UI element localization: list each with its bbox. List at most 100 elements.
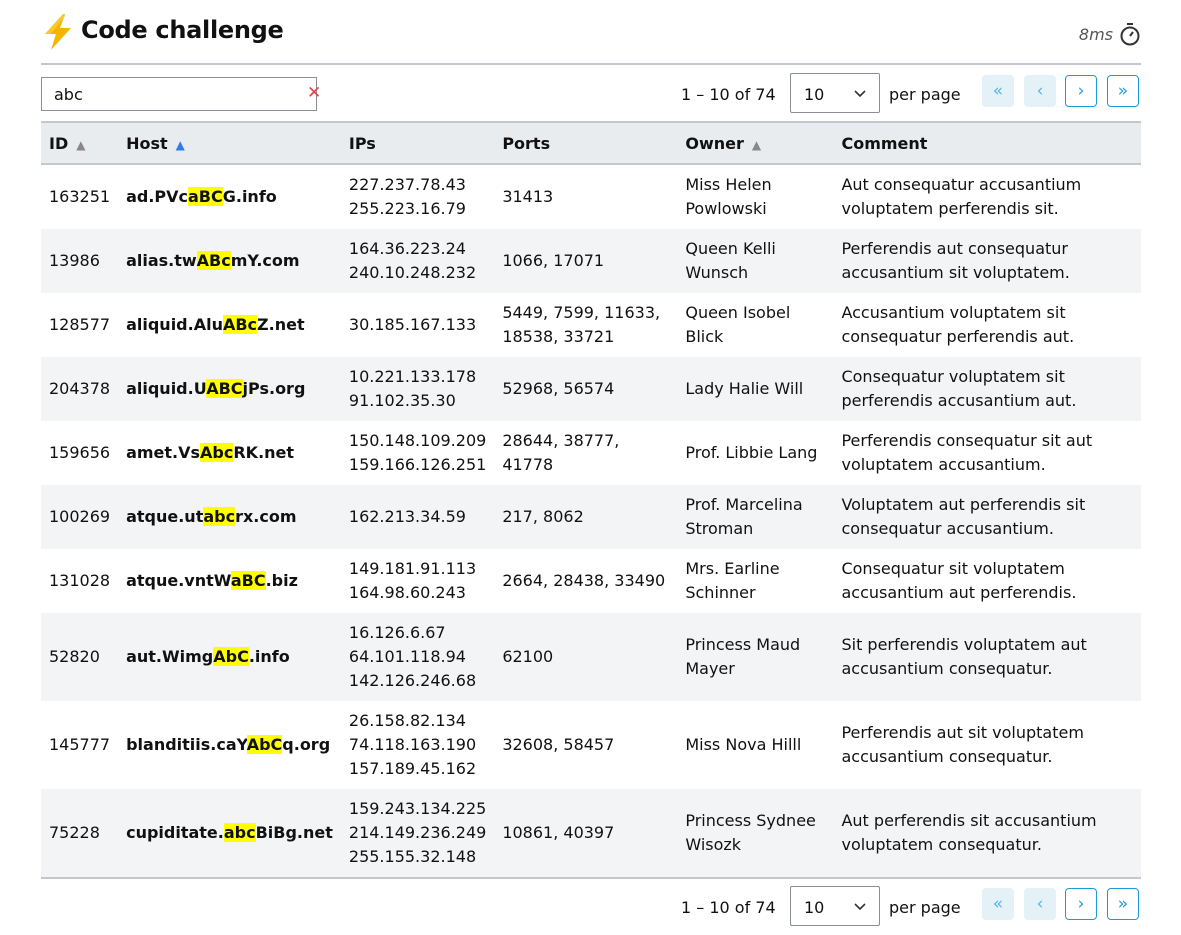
column-header-ports: Ports [494, 122, 677, 164]
ip-address: 214.149.236.249 [348, 823, 487, 842]
cell-id: 159656 [49, 443, 111, 462]
ip-address: 255.155.32.148 [348, 847, 477, 866]
cell-host: aut.WimgAbC.info [118, 613, 341, 701]
host-suffix: rx.com [235, 507, 297, 526]
table-row: 13986 alias.twABcmY.com 164.36.223.24 240.1… [41, 229, 1141, 293]
cell-comment: Perferendis aut consequatur accusantium … [841, 239, 1070, 282]
cell-ips: 16.126.6.67 64.101.118.94 142.126.246.68 [341, 613, 494, 701]
last-page-button[interactable]: » [1107, 888, 1139, 920]
per-page-label: per page [889, 898, 961, 917]
bottom-toolbar: 1 – 10 of 74 10 per page « ‹ › » [41, 886, 1141, 928]
column-header-id[interactable]: ID ▲ [41, 122, 118, 164]
host-suffix: .info [248, 647, 290, 666]
table-row: 131028 atque.vntWaBC.biz 149.181.91.113 164… [41, 549, 1141, 613]
cell-ports: 2664, 28438, 33490 [502, 571, 666, 590]
ip-address: 255.223.16.79 [348, 199, 466, 218]
host-prefix: atque.vntW [126, 571, 231, 590]
next-page-button[interactable]: › [1065, 75, 1097, 107]
table-row: 204378 aliquid.UABCjPs.org 10.221.133.178 9… [41, 357, 1141, 421]
pagination-range: 1 – 10 of 74 [681, 898, 776, 917]
cell-ports: 28644, 38777, 41778 [502, 431, 620, 474]
search-highlight: aBC [230, 571, 266, 590]
cell-ips: 30.185.167.133 [341, 293, 494, 357]
prev-page-button[interactable]: ‹ [1024, 888, 1056, 920]
cell-host: alias.twABcmY.com [118, 229, 341, 293]
cell-owner: Mrs. Earline Schinner [685, 559, 780, 602]
column-header-label: IPs [348, 133, 376, 153]
sort-asc-icon: ▲ [175, 137, 185, 152]
timing-value: 8ms [1078, 24, 1113, 44]
host-suffix: BiBg.net [255, 823, 333, 842]
search-highlight: ABc [196, 251, 231, 270]
page-header: Code challenge 8ms [41, 12, 1141, 52]
ip-address: 64.101.118.94 [348, 647, 466, 666]
cell-owner: Princess Maud Mayer [685, 635, 801, 678]
cell-id: 13986 [49, 251, 100, 270]
table-row: 159656 amet.VsAbcRK.net 150.148.109.209 159… [41, 421, 1141, 485]
next-page-button[interactable]: › [1065, 888, 1097, 920]
cell-host: atque.vntWaBC.biz [118, 549, 341, 613]
search-highlight: abc [203, 507, 236, 526]
table-row: 100269 atque.utabcrx.com 162.213.34.59 217,… [41, 485, 1141, 549]
first-page-button[interactable]: « [982, 75, 1014, 107]
cell-id: 131028 [49, 571, 111, 590]
cell-ips: 164.36.223.24 240.10.248.232 [341, 229, 494, 293]
cell-comment: Voluptatem aut perferendis sit consequat… [841, 495, 1086, 538]
cell-ports: 10861, 40397 [502, 823, 615, 842]
cell-host: aliquid.AluABcZ.net [118, 293, 341, 357]
cell-id: 100269 [49, 507, 111, 526]
table-row: 163251 ad.PVcaBCG.info 227.237.78.43 255.22… [41, 164, 1141, 229]
per-page-select[interactable]: 10 [790, 73, 880, 113]
cell-owner: Prof. Libbie Lang [685, 443, 818, 462]
chevron-down-icon [854, 903, 866, 911]
host-prefix: atque.ut [126, 507, 204, 526]
host-prefix: aut.Wimg [126, 647, 214, 666]
host-prefix: aliquid.U [126, 379, 207, 398]
chevron-down-icon [854, 90, 866, 98]
search-highlight: AbC [246, 735, 283, 754]
clear-search-icon[interactable]: ✕ [307, 83, 321, 103]
ip-address: 150.148.109.209 [348, 431, 487, 450]
column-header-host[interactable]: Host ▲ [118, 122, 341, 164]
cell-ips: 227.237.78.43 255.223.16.79 [341, 164, 494, 229]
cell-id: 128577 [49, 315, 111, 334]
cell-host: cupiditate.abcBiBg.net [118, 789, 341, 878]
table-row: 75228 cupiditate.abcBiBg.net 159.243.134.2… [41, 789, 1141, 878]
first-page-button[interactable]: « [982, 888, 1014, 920]
search-highlight: aBC [188, 187, 223, 206]
cell-id: 75228 [49, 823, 100, 842]
last-page-button[interactable]: » [1107, 75, 1139, 107]
ip-address: 240.10.248.232 [348, 263, 477, 282]
cell-comment: Aut consequatur accusantium voluptatem p… [841, 175, 1082, 218]
cell-owner: Lady Halie Will [685, 379, 804, 398]
cell-owner: Princess Sydnee Wisozk [685, 811, 816, 854]
cell-ports: 5449, 7599, 11633, 18538, 33721 [502, 303, 661, 346]
cell-ports: 217, 8062 [502, 507, 584, 526]
stopwatch-icon [1120, 23, 1140, 46]
ip-address: 30.185.167.133 [348, 315, 477, 334]
cell-ips: 10.221.133.178 91.102.35.30 [341, 357, 494, 421]
cell-host: atque.utabcrx.com [118, 485, 341, 549]
host-suffix: .biz [265, 571, 298, 590]
cell-comment: Consequatur voluptatem sit perferendis a… [841, 367, 1077, 410]
cell-ports: 1066, 17071 [502, 251, 605, 270]
cell-host: ad.PVcaBCG.info [118, 164, 341, 229]
ip-address: 74.118.163.190 [348, 735, 477, 754]
results-table: ID ▲ Host ▲ IPs Ports Owner ▲ Comment 16325… [41, 121, 1141, 879]
cell-host: blanditiis.caYAbCq.org [118, 701, 341, 789]
cell-owner: Prof. Marcelina Stroman [685, 495, 803, 538]
host-prefix: alias.tw [126, 251, 197, 270]
search-highlight: Abc [200, 443, 234, 462]
search-input[interactable] [41, 77, 317, 111]
host-prefix: cupiditate. [126, 823, 224, 842]
per-page-select[interactable]: 10 [790, 886, 880, 926]
cell-comment: Aut perferendis sit accusantium voluptat… [841, 811, 1097, 854]
prev-page-button[interactable]: ‹ [1024, 75, 1056, 107]
cell-comment: Perferendis consequatur sit aut voluptat… [841, 431, 1093, 474]
cell-ports: 52968, 56574 [502, 379, 615, 398]
ip-address: 26.158.82.134 [348, 711, 466, 730]
column-header-owner[interactable]: Owner ▲ [677, 122, 833, 164]
ip-address: 164.98.60.243 [348, 583, 466, 602]
cell-ips: 162.213.34.59 [341, 485, 494, 549]
pagination-range: 1 – 10 of 74 [681, 85, 776, 104]
